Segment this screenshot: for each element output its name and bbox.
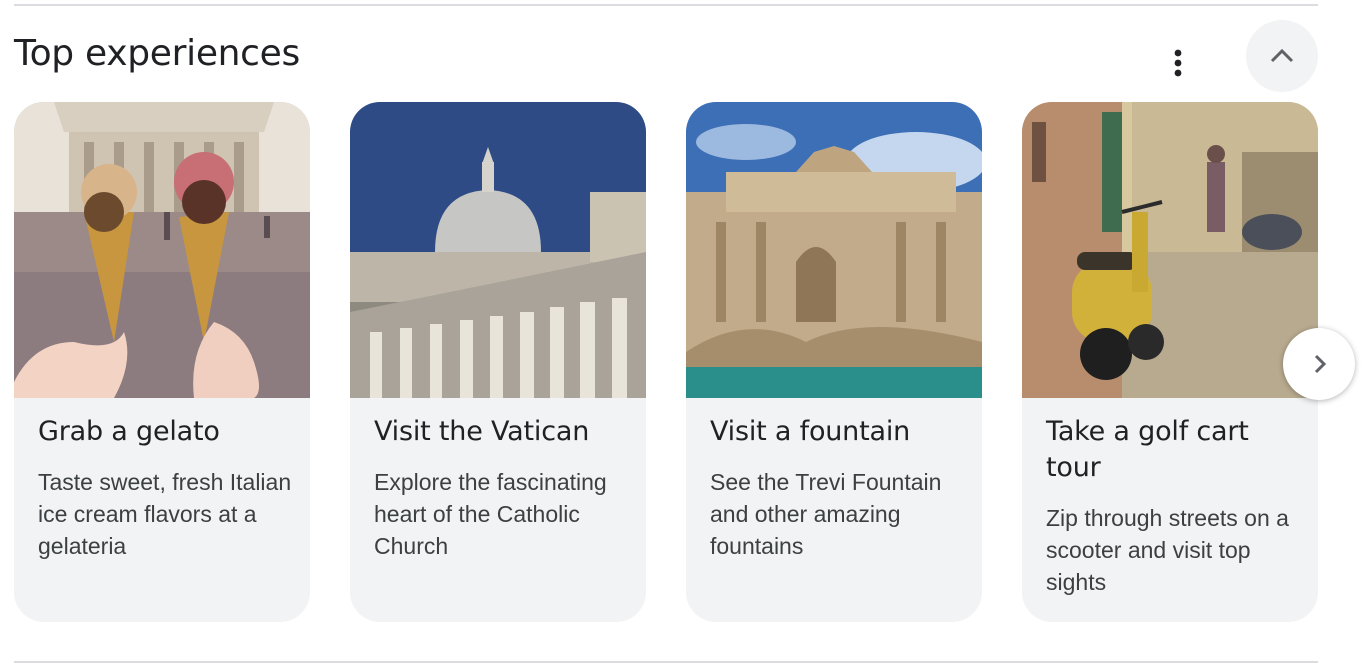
chevron-right-icon [1314, 354, 1327, 374]
gelato-photo [14, 102, 310, 398]
card-title: Grab a gelato [38, 416, 220, 447]
experience-card-gelato[interactable]: Grab a gelato Taste sweet, fresh Italian… [14, 102, 310, 622]
card-description: Zip through streets on a scooter and vis… [1046, 505, 1289, 595]
collapse-button[interactable] [1246, 20, 1318, 92]
card-title: Visit a fountain [710, 416, 911, 447]
card-title: Visit the Vatican [374, 416, 590, 447]
card-description: Taste sweet, fresh Italian ice cream fla… [38, 469, 292, 559]
card-description: Explore the fascinating heart of the Cat… [374, 469, 607, 559]
experience-card-fountain[interactable]: Visit a fountain See the Trevi Fountain … [686, 102, 982, 622]
section-title: Top experiences [14, 33, 300, 74]
card-description: See the Trevi Fountain and other amazing… [710, 469, 942, 559]
carousel-next-button[interactable] [1283, 328, 1355, 400]
vatican-photo [350, 102, 646, 398]
more-options-button[interactable] [1158, 44, 1198, 84]
top-divider [14, 4, 1318, 6]
card-title: Take a golf cart tour [1046, 416, 1249, 483]
experience-card-golf-cart-tour[interactable]: Take a golf cart tour Zip through street… [1022, 102, 1318, 622]
experience-card-vatican[interactable]: Visit the Vatican Explore the fascinatin… [350, 102, 646, 622]
chevron-up-icon [1270, 48, 1294, 63]
trevi-fountain-photo [686, 102, 982, 398]
more-vert-icon [1174, 49, 1182, 77]
scooter-street-photo [1022, 102, 1318, 398]
bottom-divider [14, 661, 1318, 663]
